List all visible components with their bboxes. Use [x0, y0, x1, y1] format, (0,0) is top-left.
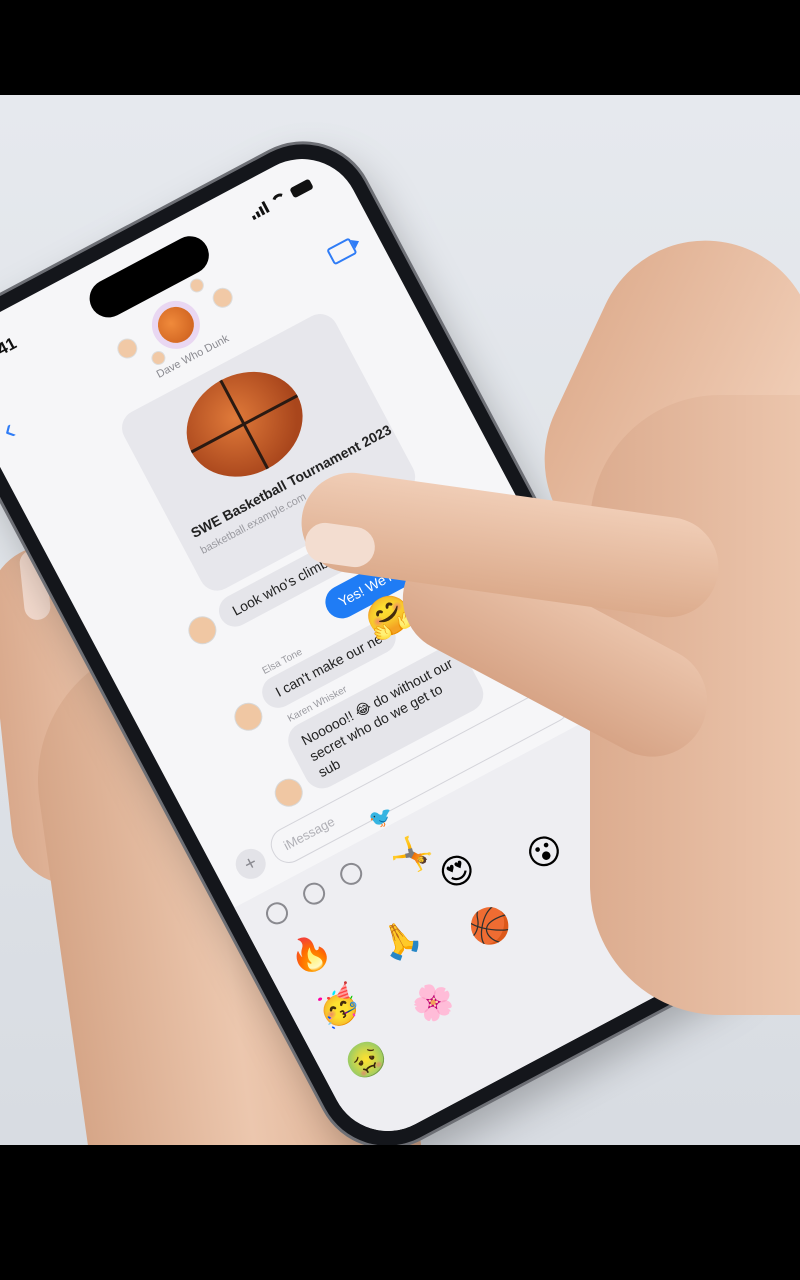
group-member-avatar	[113, 334, 141, 363]
battery-icon	[289, 178, 314, 199]
sender-avatar	[269, 773, 308, 812]
emoji-key[interactable]: 🤸	[384, 829, 439, 882]
back-chevron-icon[interactable]: ‹	[0, 413, 21, 448]
video-frame: 9:41 ‹ Dave Who Dunk SWE Basketball Tour…	[0, 0, 800, 1280]
facetime-video-icon[interactable]	[326, 237, 358, 266]
status-time: 9:41	[0, 333, 20, 367]
emoji-key[interactable]: 🔥	[283, 928, 338, 981]
group-member-avatar	[209, 284, 237, 312]
emoji-key[interactable]: 🤢	[339, 1034, 394, 1087]
smiley-category-icon[interactable]	[336, 859, 367, 889]
status-icons	[248, 178, 314, 221]
recents-clock-icon[interactable]	[299, 878, 329, 909]
photo-scene: 9:41 ‹ Dave Who Dunk SWE Basketball Tour…	[0, 95, 800, 1145]
emoji-key[interactable]: 🌸	[406, 976, 461, 1029]
emoji-key[interactable]: 😍	[433, 847, 482, 897]
group-member-avatar	[187, 275, 207, 295]
recents-clock-icon[interactable]	[262, 898, 292, 929]
sender-avatar	[229, 697, 268, 736]
sender-avatar	[183, 611, 222, 650]
group-avatar[interactable]	[151, 300, 201, 350]
wifi-icon	[269, 190, 290, 209]
message-input-placeholder: iMessage	[280, 813, 338, 854]
emoji-category-label: SMILEYS & PEOPLE	[392, 1106, 506, 1145]
apps-plus-button[interactable]: +	[230, 843, 272, 885]
emoji-key[interactable]: 😮	[520, 828, 569, 878]
emoji-key[interactable]: 🥳	[311, 981, 366, 1034]
emoji-key[interactable]: 🙏	[373, 914, 428, 967]
signal-icon	[248, 201, 270, 221]
emoji-key[interactable]: 🏀	[463, 900, 518, 953]
dynamic-island	[82, 229, 216, 325]
